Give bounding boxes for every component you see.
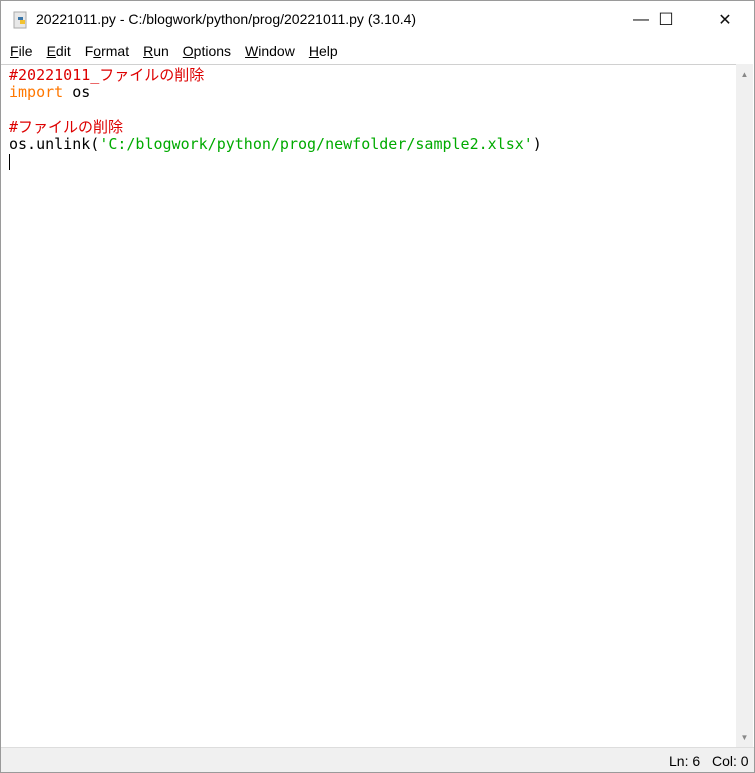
window-title: 20221011.py - C:/blogwork/python/prog/20… <box>36 11 417 27</box>
menu-options[interactable]: Options <box>183 43 231 59</box>
close-button[interactable]: ✕ <box>702 1 748 39</box>
code-line-5: os.unlink('C:/blogwork/python/prog/newfo… <box>9 135 542 154</box>
code-line-6 <box>9 153 736 170</box>
title-bar: 20221011.py - C:/blogwork/python/prog/20… <box>1 1 754 39</box>
maximize-button[interactable]: ☐ <box>643 1 689 39</box>
status-bar: Ln: 6 Col: 0 <box>1 747 754 772</box>
vertical-scrollbar[interactable]: ▲ ▼ <box>736 64 753 748</box>
menu-bar: File Edit Format Run Options Window Help <box>1 39 754 63</box>
menu-window[interactable]: Window <box>245 43 295 59</box>
menu-format[interactable]: Format <box>85 43 129 59</box>
code-line-1: #20221011_ファイルの削除 <box>9 66 205 84</box>
menu-edit[interactable]: Edit <box>47 43 71 59</box>
code-line-2: import os <box>9 83 91 102</box>
python-idle-icon <box>13 11 27 29</box>
menu-file[interactable]: File <box>10 43 33 59</box>
code-editor[interactable]: #20221011_ファイルの削除 import os #ファイルの削除 os.un… <box>1 64 736 748</box>
line-number: Ln: 6 <box>669 753 701 769</box>
menu-run[interactable]: Run <box>143 43 169 59</box>
menu-help[interactable]: Help <box>309 43 338 59</box>
scroll-up-icon[interactable]: ▲ <box>736 66 753 83</box>
column-number: Col: 0 <box>712 753 749 769</box>
scroll-down-icon[interactable]: ▼ <box>736 729 753 746</box>
code-line-4: #ファイルの削除 <box>9 117 124 136</box>
text-cursor <box>9 153 10 170</box>
